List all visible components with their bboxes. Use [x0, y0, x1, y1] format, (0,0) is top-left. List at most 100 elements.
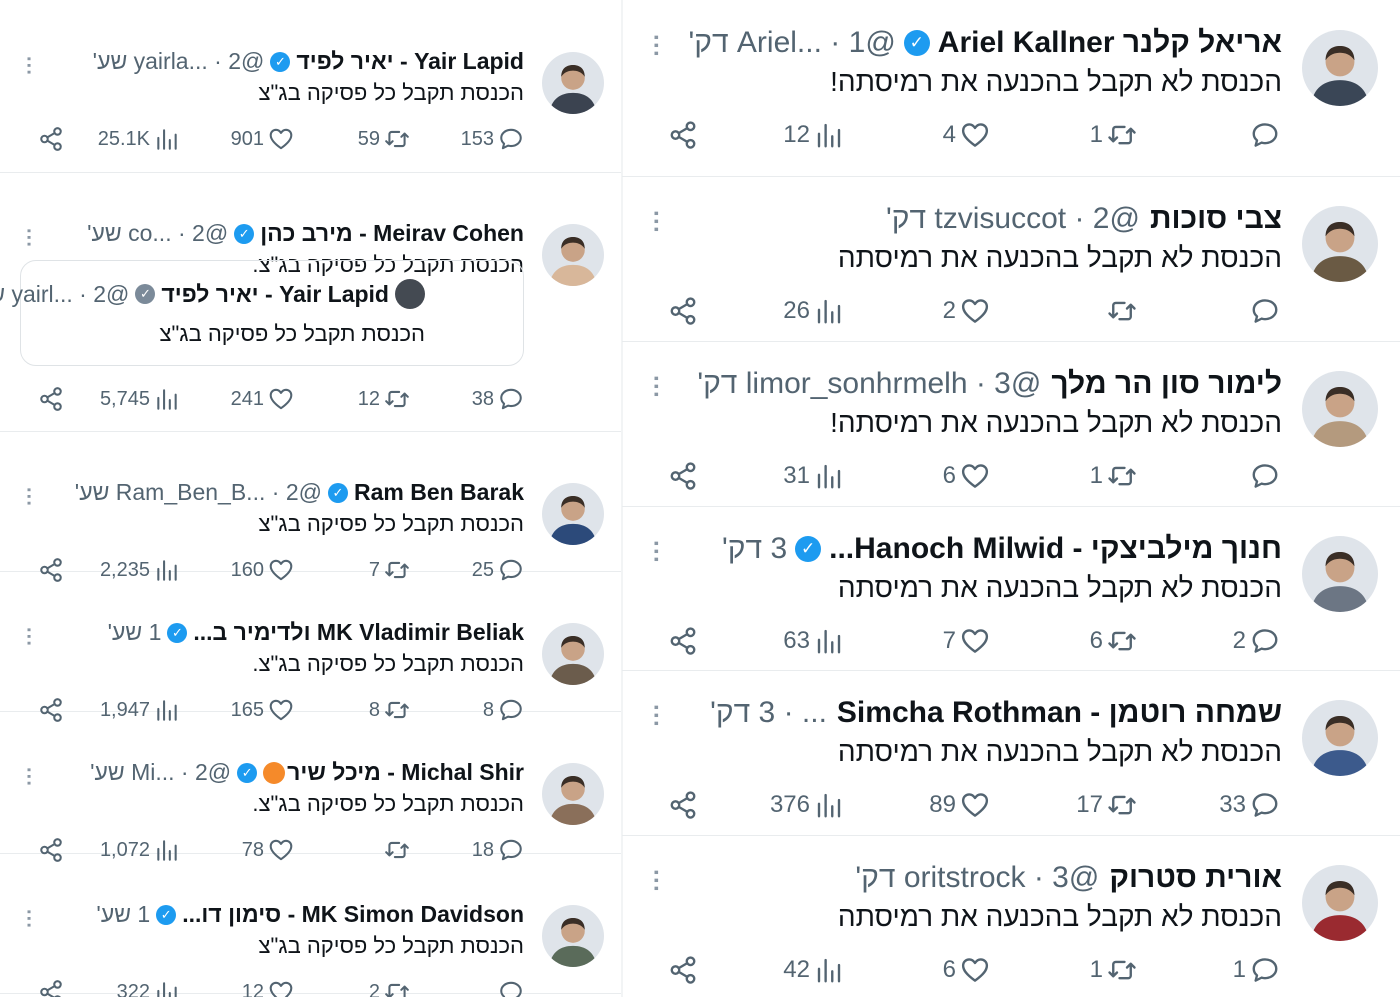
quoted-tweet[interactable]: Yair Lapid - יאיר לפיד✓ @yairl... · 2 שע'… — [0, 260, 524, 366]
author-avatar[interactable] — [1302, 536, 1378, 612]
action-views[interactable]: 31 — [783, 461, 844, 491]
action-views[interactable]: 42 — [783, 955, 844, 985]
action-like[interactable]: 901 — [231, 126, 294, 152]
action-like[interactable]: 12 — [242, 979, 294, 997]
author-avatar[interactable] — [542, 52, 604, 114]
action-reply[interactable]: 153 — [461, 126, 524, 152]
tweet-timestamp[interactable]: 3 דק' — [710, 696, 775, 729]
action-share[interactable] — [38, 979, 64, 997]
action-like[interactable]: 89 — [929, 790, 990, 820]
action-reply[interactable]: 38 — [472, 386, 524, 412]
action-reply[interactable] — [498, 979, 524, 997]
action-reply[interactable] — [1250, 120, 1280, 150]
action-retweet[interactable]: 1 — [1090, 461, 1137, 491]
action-like[interactable]: 6 — [943, 955, 990, 985]
action-like[interactable]: 7 — [943, 626, 990, 656]
tweet-card[interactable]: Ram Ben Barak ✓ @Ram_Ben_B... · 2 שע' ··· הכ… — [0, 431, 622, 582]
author-avatar[interactable] — [1302, 700, 1378, 776]
tweet-card[interactable]: Yair Lapid - יאיר לפיד ✓ @yairla... · 2 שע… — [0, 0, 622, 173]
action-reply[interactable]: 33 — [1219, 790, 1280, 820]
action-like[interactable]: 4 — [943, 120, 990, 150]
author-name[interactable]: אורית סטרוק — [1109, 861, 1282, 895]
quoted-author-name[interactable]: Yair Lapid - יאיר לפיד — [161, 281, 389, 308]
action-retweet[interactable]: 6 — [1090, 626, 1137, 656]
tweet-card[interactable]: MK Simon Davidson - סימון דו... ✓ 1 שע' ···… — [0, 853, 622, 997]
tweet-card[interactable]: לימור סון הר מלך @limor_sonhrmelh · 3 דק'… — [622, 341, 1400, 507]
action-retweet[interactable] — [1107, 296, 1137, 326]
action-share[interactable] — [668, 296, 698, 326]
author-handle[interactable]: @oritstrock — [904, 861, 1100, 894]
action-reply[interactable] — [1250, 296, 1280, 326]
action-views[interactable]: 5,745 — [100, 386, 180, 412]
more-options-icon[interactable]: ··· — [17, 56, 39, 76]
action-reply[interactable] — [1250, 461, 1280, 491]
action-share[interactable] — [38, 126, 64, 152]
author-name[interactable]: MK Vladimir Beliak ולדימיר ב... — [193, 619, 524, 646]
more-options-icon[interactable]: ··· — [642, 869, 669, 893]
action-views[interactable]: 26 — [783, 296, 844, 326]
author-name[interactable]: MK Simon Davidson - סימון דו... — [182, 901, 524, 928]
action-reply[interactable]: 2 — [1233, 626, 1280, 656]
tweet-timestamp[interactable]: 1 שע' — [96, 901, 150, 927]
author-name[interactable]: Michal Shir - מיכל שיר — [287, 759, 524, 786]
action-retweet[interactable]: 12 — [358, 386, 410, 412]
tweet-card[interactable]: אורית סטרוק @oritstrock · 3 דק' ··· הכנסת ל… — [622, 835, 1400, 997]
tweet-card[interactable]: שמחה רוטמן - Simcha Rothman... · 3 דק' ··… — [622, 670, 1400, 836]
author-name[interactable]: אריאל קלנר Ariel Kallner — [938, 26, 1282, 60]
action-views[interactable]: 25.1K — [98, 126, 180, 152]
author-avatar[interactable] — [1302, 30, 1378, 106]
action-retweet[interactable]: 59 — [358, 126, 410, 152]
action-share[interactable] — [38, 386, 64, 412]
action-share[interactable] — [668, 955, 698, 985]
author-avatar[interactable] — [542, 905, 604, 967]
tweet-card[interactable]: אריאל קלנר Ariel Kallner ✓ @Ariel... · 1 ד… — [622, 0, 1400, 177]
tweet-card[interactable]: חנוך מילביצקי - Hanoch Milwid... ✓ 3 דק' ··… — [622, 506, 1400, 671]
more-options-icon[interactable]: ··· — [642, 210, 669, 234]
author-handle[interactable]: ... — [802, 696, 827, 729]
action-like[interactable]: 241 — [231, 386, 294, 412]
action-share[interactable] — [668, 790, 698, 820]
action-like[interactable]: 6 — [943, 461, 990, 491]
more-options-icon[interactable]: ··· — [642, 375, 669, 399]
author-name[interactable]: Ram Ben Barak — [354, 479, 524, 506]
more-options-icon[interactable]: ··· — [17, 909, 39, 929]
action-retweet[interactable]: 17 — [1076, 790, 1137, 820]
author-avatar[interactable] — [542, 763, 604, 825]
author-avatar[interactable] — [542, 623, 604, 685]
tweet-timestamp[interactable]: 1 שע' — [108, 619, 162, 645]
author-name[interactable]: צבי סוכות — [1150, 202, 1282, 236]
tweet-card[interactable]: Michal Shir - מיכל שיר ✓ @Mi... · 2 שע' ···… — [0, 711, 622, 862]
author-handle[interactable]: @tzvisuccot — [934, 202, 1140, 235]
action-share[interactable] — [668, 461, 698, 491]
tweet-card[interactable]: צבי סוכות @tzvisuccot · 2 דק' ··· הכנסת לא … — [622, 176, 1400, 342]
more-options-icon[interactable]: ··· — [642, 34, 669, 58]
author-avatar[interactable] — [1302, 865, 1378, 941]
action-retweet[interactable]: 1 — [1090, 955, 1137, 985]
action-share[interactable] — [668, 626, 698, 656]
author-name[interactable]: Yair Lapid - יאיר לפיד — [296, 48, 524, 75]
action-views[interactable]: 12 — [783, 120, 844, 150]
author-name[interactable]: לימור סון הר מלך — [1051, 367, 1282, 401]
action-views[interactable]: 376 — [770, 790, 844, 820]
more-options-icon[interactable]: ··· — [642, 704, 669, 728]
more-options-icon[interactable]: ··· — [642, 540, 669, 564]
more-options-icon[interactable]: ··· — [17, 767, 39, 787]
more-options-icon[interactable]: ··· — [17, 627, 39, 647]
more-options-icon[interactable]: ··· — [17, 487, 39, 507]
author-avatar[interactable] — [542, 224, 604, 286]
author-handle[interactable]: @yairla... — [134, 48, 265, 74]
action-views[interactable]: 322 — [117, 979, 180, 997]
author-avatar[interactable] — [542, 483, 604, 545]
action-share[interactable] — [668, 120, 698, 150]
tweet-card[interactable]: MK Vladimir Beliak ולדימיר ב... ✓ 1 שע' ···… — [0, 571, 622, 722]
action-retweet[interactable]: 2 — [369, 979, 410, 997]
action-like[interactable]: 2 — [943, 296, 990, 326]
author-name[interactable]: שמחה רוטמן - Simcha Rothman — [837, 696, 1282, 730]
author-name[interactable]: חנוך מילביצקי - Hanoch Milwid... — [829, 532, 1282, 566]
more-options-icon[interactable]: ··· — [17, 228, 39, 248]
author-name[interactable]: Meirav Cohen - מירב כהן — [260, 220, 524, 247]
author-avatar[interactable] — [1302, 371, 1378, 447]
author-handle[interactable]: @Ariel... — [737, 26, 896, 59]
action-views[interactable]: 63 — [783, 626, 844, 656]
tweet-card[interactable]: Meirav Cohen - מירב כהן ✓ @co... · 2 שע' ··… — [0, 172, 622, 432]
